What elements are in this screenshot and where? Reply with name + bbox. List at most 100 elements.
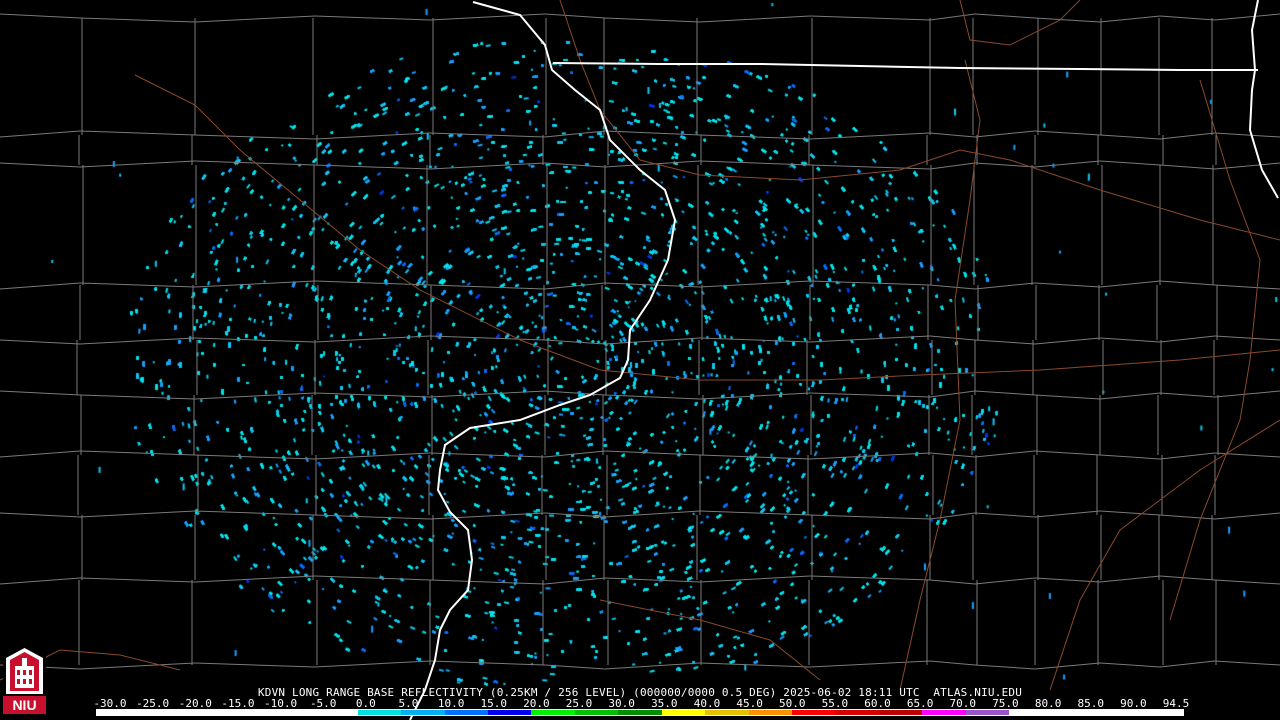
county-line: [0, 162, 81, 168]
color-scale-segment: [183, 710, 228, 715]
color-scale-segment: [97, 710, 141, 715]
county-line: [79, 337, 196, 345]
county-line: [604, 160, 701, 168]
county-line: [929, 390, 976, 398]
county-line: [604, 394, 701, 400]
county-line: [1034, 662, 1101, 670]
county-line: [194, 575, 316, 583]
county-line: [314, 392, 431, 398]
county-line: [974, 577, 1036, 585]
county-line: [974, 390, 1036, 396]
county-line: [699, 337, 811, 343]
county-line: [0, 13, 81, 19]
county-line: [699, 392, 811, 400]
county-line: [1034, 160, 1101, 168]
county-line: [1099, 15, 1161, 23]
color-scale-segment: [965, 710, 1010, 715]
color-scale-segment: [227, 710, 271, 715]
color-scale-segment: [140, 710, 184, 715]
county-line: [79, 662, 196, 670]
county-line: [544, 282, 606, 290]
county-line: [809, 280, 931, 286]
county-line: [544, 512, 606, 518]
county-line: [929, 162, 976, 170]
county-line: [809, 392, 931, 398]
county-line: [544, 577, 606, 585]
county-line: [314, 280, 431, 286]
county-line: [314, 514, 431, 520]
county-line: [699, 662, 811, 668]
county-line: [1159, 452, 1216, 460]
county-line: [809, 514, 931, 520]
county-line: [79, 160, 196, 168]
county-line: [929, 512, 976, 520]
county-line: [604, 17, 701, 23]
county-line: [79, 394, 196, 400]
county-line: [429, 512, 546, 520]
county-line: [1034, 282, 1101, 288]
county-line: [1159, 335, 1216, 343]
county-line: [1159, 132, 1216, 140]
county-line: [1034, 450, 1101, 456]
county-line: [1034, 394, 1101, 400]
county-line: [699, 280, 811, 288]
county-line: [544, 339, 606, 345]
county-line: [699, 134, 811, 140]
county-line: [809, 132, 931, 140]
county-line: [699, 510, 811, 516]
county-line: [809, 660, 931, 668]
county-line: [1159, 280, 1216, 286]
county-line: [194, 134, 316, 140]
county-line: [1159, 575, 1216, 581]
county-line: [79, 450, 196, 456]
county-line: [1159, 660, 1216, 668]
county-line: [604, 450, 701, 456]
color-scale-segment: [574, 710, 619, 715]
county-line: [0, 130, 81, 138]
county-line: [194, 454, 316, 460]
county-line: [544, 130, 606, 138]
county-line: [929, 13, 976, 21]
color-scale-segment: [1139, 710, 1183, 715]
county-line: [429, 162, 546, 170]
color-scale-segment: [618, 710, 662, 715]
county-line: [1034, 337, 1101, 345]
county-line: [1159, 15, 1216, 21]
county-line: [1034, 130, 1101, 136]
county-line: [79, 282, 196, 288]
color-scale-segment: [792, 710, 836, 715]
county-line: [314, 15, 431, 21]
county-line: [79, 130, 196, 136]
county-line: [1214, 13, 1280, 21]
niu-logo: NIU: [3, 646, 46, 716]
county-line: [1214, 390, 1280, 398]
niu-logo-text: NIU: [12, 697, 36, 713]
color-scale-segment: [705, 710, 749, 715]
county-line: [194, 337, 316, 343]
color-scale-segment: [661, 710, 706, 715]
county-line: [1099, 510, 1161, 516]
county-line: [194, 280, 316, 288]
color-scale-labels: -30.0 -25.0 -20.0 -15.0 -10.0 -5.0 0.0 5.0 10.0 1…: [0, 697, 1280, 710]
county-line: [1214, 660, 1280, 666]
county-line: [699, 15, 811, 23]
county-line: [929, 284, 976, 290]
county-line: [1034, 17, 1101, 23]
county-line: [604, 510, 701, 518]
county-line: [544, 450, 606, 458]
radar-map-view: KDVN LONG RANGE BASE REFLECTIVITY (0.25K…: [0, 0, 1280, 720]
county-line: [194, 15, 316, 23]
county-line: [429, 132, 546, 138]
county-line: [604, 337, 701, 345]
county-line: [974, 13, 1036, 19]
county-line: [0, 577, 81, 585]
color-scale-segment: [1096, 710, 1140, 715]
county-line: [974, 339, 1036, 345]
county-line: [314, 575, 431, 581]
county-line: [1099, 392, 1161, 400]
county-line: [1214, 335, 1280, 341]
county-line: [699, 454, 811, 460]
county-line: [429, 284, 546, 290]
county-line: [314, 335, 431, 343]
county-boundaries: [0, 13, 1280, 670]
